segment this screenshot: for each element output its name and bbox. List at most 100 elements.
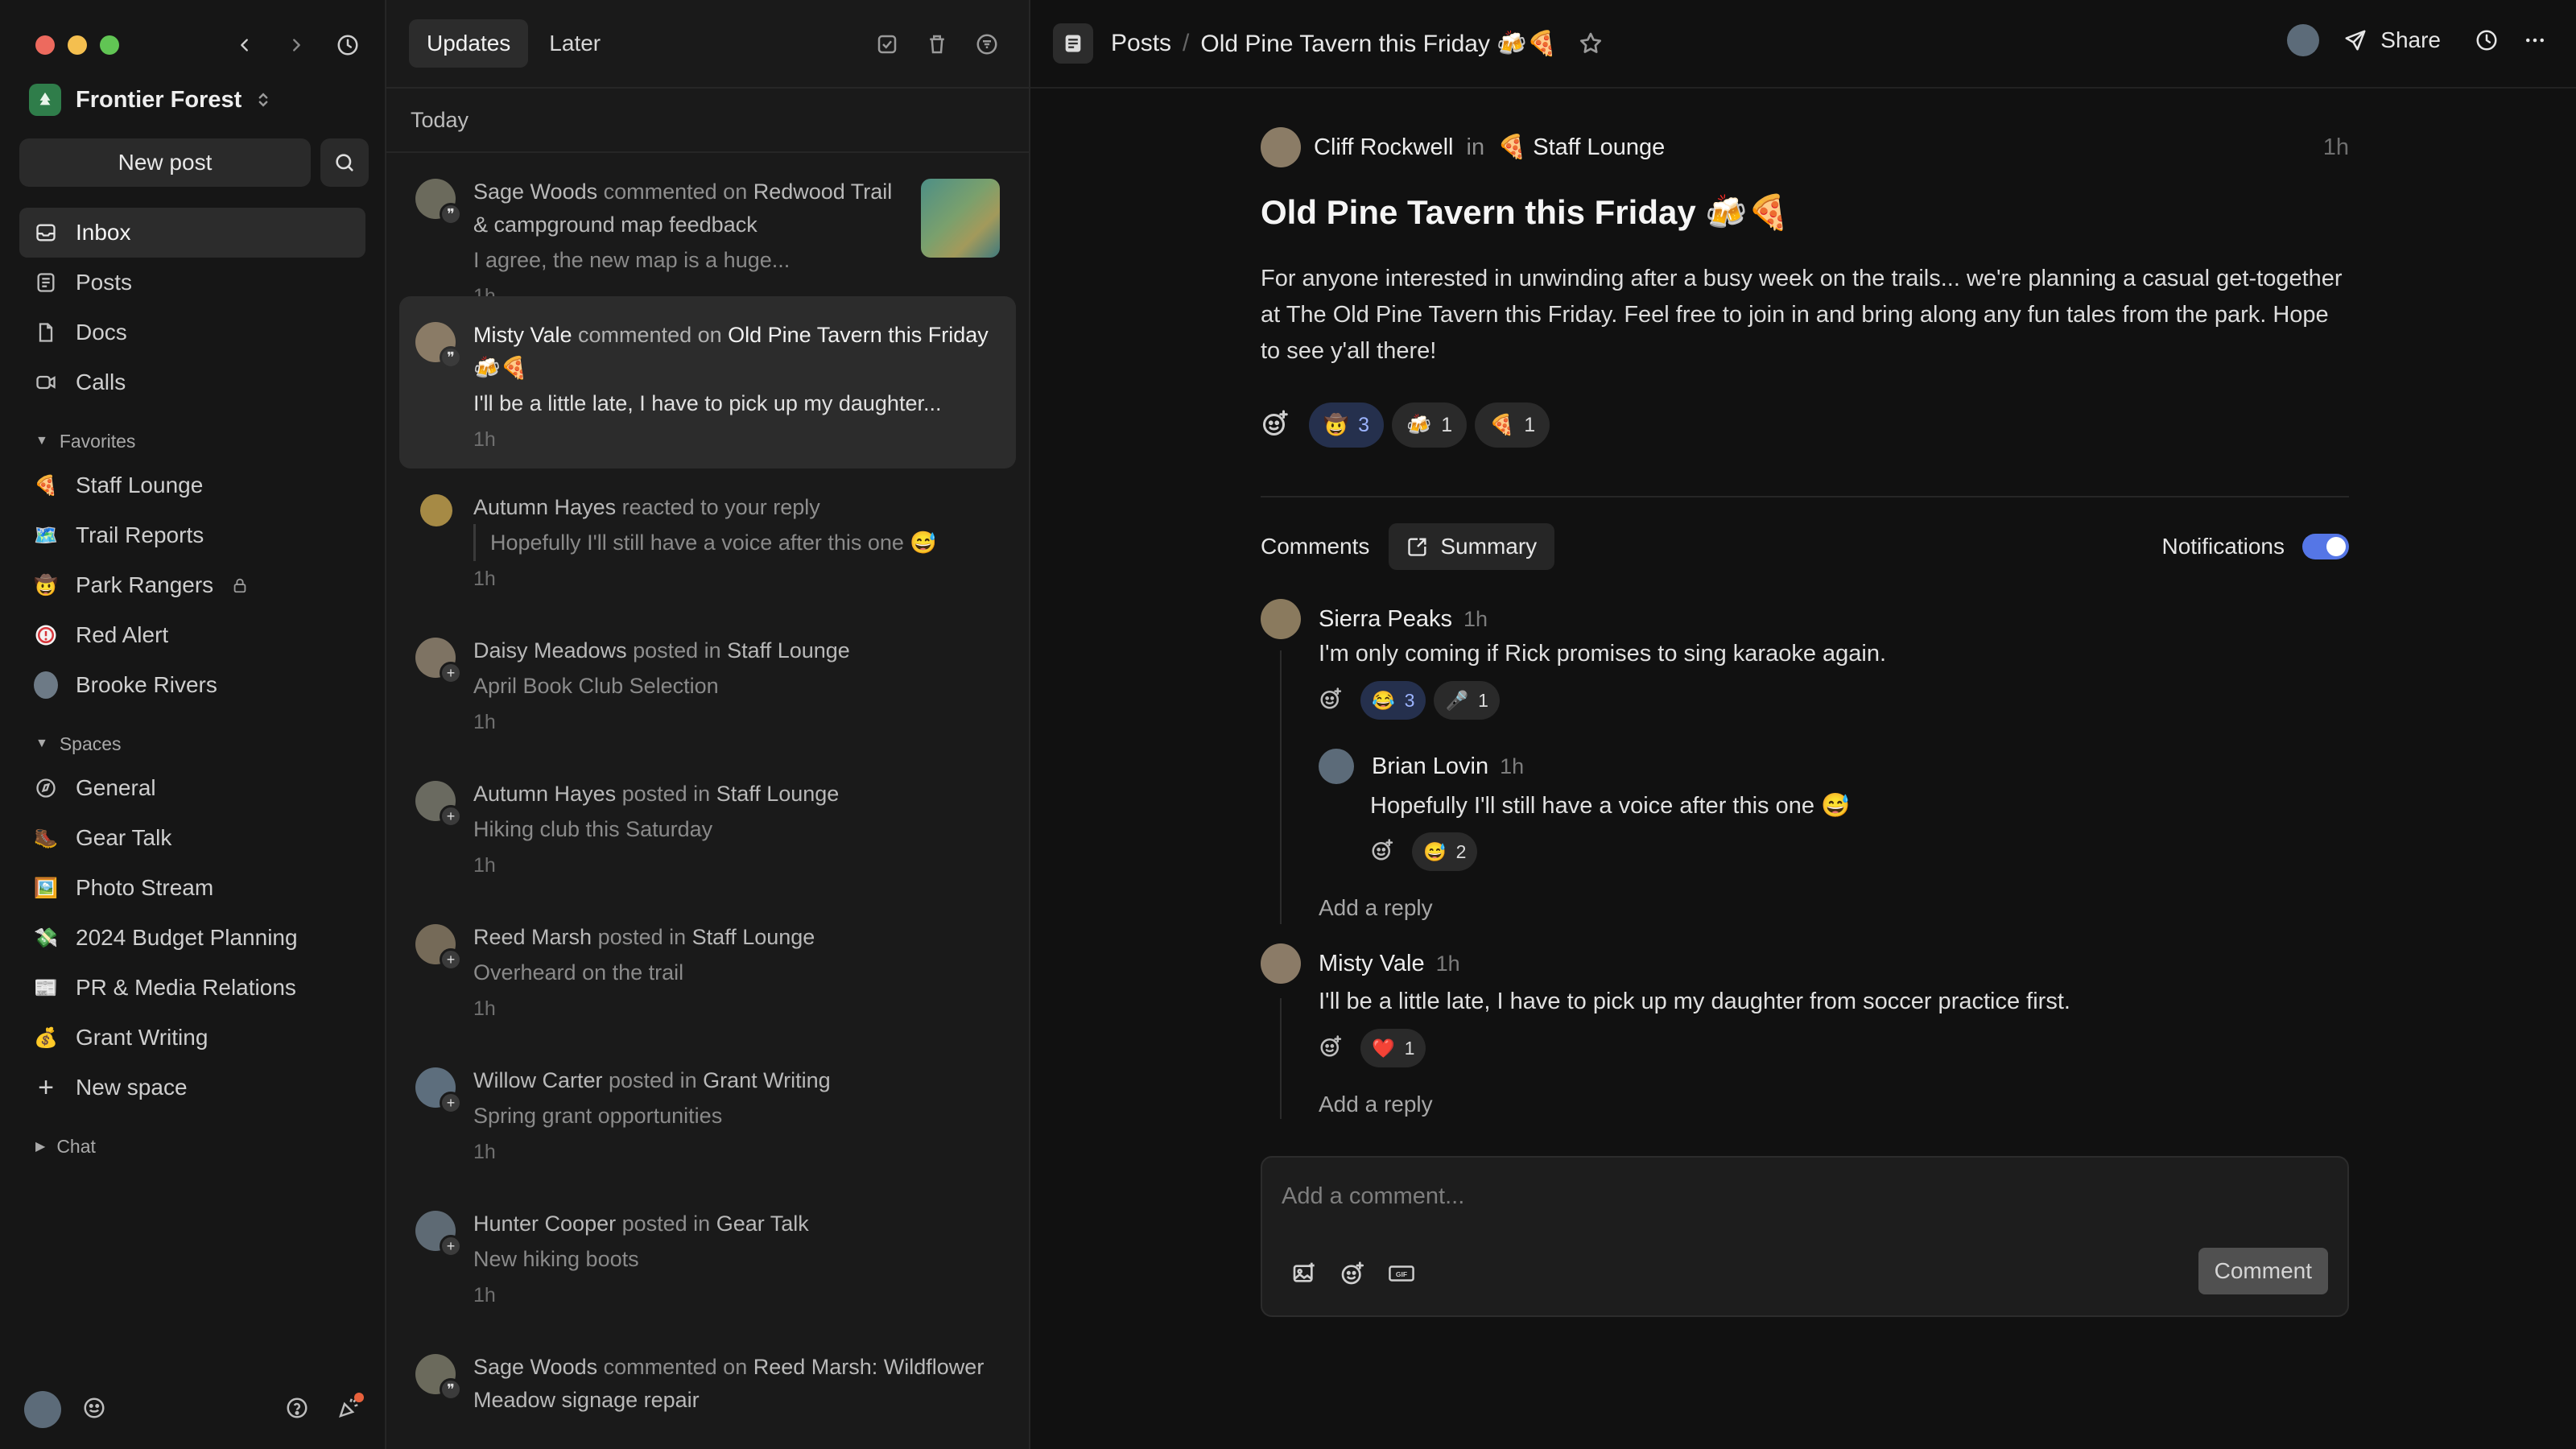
sidebar-item-label: Trail Reports xyxy=(76,522,204,547)
feed-target: Staff Lounge xyxy=(727,638,850,663)
list-item[interactable]: + Willow Carter posted in Grant Writing … xyxy=(399,1042,1016,1185)
help-icon[interactable] xyxy=(285,1396,309,1424)
add-reply-button[interactable]: Add a reply xyxy=(1319,1092,1433,1117)
more-options-icon[interactable] xyxy=(2523,28,2547,52)
plus-badge-icon: + xyxy=(440,948,462,971)
notifications-toggle[interactable] xyxy=(2302,534,2349,559)
chat-section-toggle[interactable]: ▶ Chat xyxy=(19,1127,365,1166)
add-reaction-icon[interactable] xyxy=(1370,838,1394,866)
new-post-button[interactable]: New post xyxy=(19,138,311,187)
list-item[interactable]: Autumn Hayes reacted to your reply Hopef… xyxy=(399,469,1016,612)
comment-input[interactable] xyxy=(1282,1177,2312,1216)
sidebar-item-gear-talk[interactable]: 🥾 Gear Talk xyxy=(19,813,365,863)
summary-button[interactable]: Summary xyxy=(1389,523,1555,570)
add-reply-button[interactable]: Add a reply xyxy=(1319,895,1433,921)
breadcrumb-posts-link[interactable]: Posts xyxy=(1111,30,1171,57)
list-item[interactable]: ❞ Sage Woods commented on Redwood Trail … xyxy=(399,153,1016,308)
status-emoji-icon[interactable] xyxy=(82,1396,106,1424)
forward-icon[interactable] xyxy=(279,27,314,63)
sidebar-item-general[interactable]: General xyxy=(19,763,365,813)
share-button[interactable]: Share xyxy=(2343,27,2441,53)
comment-submit-button[interactable]: Comment xyxy=(2198,1248,2328,1294)
mark-read-icon[interactable] xyxy=(869,27,905,62)
spaces-section-toggle[interactable]: ▼ Spaces xyxy=(19,724,365,763)
favorites-section-toggle[interactable]: ▼ Favorites xyxy=(19,422,365,460)
sidebar-item-posts[interactable]: Posts xyxy=(19,258,365,308)
emoji-picker-icon[interactable] xyxy=(1340,1261,1365,1286)
search-button[interactable] xyxy=(320,138,369,187)
post-space-link[interactable]: 🍕 Staff Lounge xyxy=(1497,134,1665,161)
feed-time: 1h xyxy=(473,711,496,733)
sidebar-item-calls[interactable]: Calls xyxy=(19,357,365,407)
feed-time: 1h xyxy=(473,428,496,451)
sidebar-item-pr-media[interactable]: 📰 PR & Media Relations xyxy=(19,963,365,1013)
history-clock-icon[interactable] xyxy=(330,27,365,63)
comment-author[interactable]: Misty Vale xyxy=(1319,951,1425,977)
inbox-panel: Updates Later Today ❞ Sage Woods comment… xyxy=(386,0,1030,1449)
list-item[interactable]: ❞ Misty Vale commented on Old Pine Taver… xyxy=(399,296,1016,469)
comment-author[interactable]: Sierra Peaks xyxy=(1319,606,1452,633)
caret-right-icon: ▶ xyxy=(35,1140,46,1154)
reaction-chip[interactable]: 😂 3 xyxy=(1360,681,1426,720)
divider xyxy=(1261,496,2349,497)
alert-icon xyxy=(34,623,58,647)
post-author[interactable]: Cliff Rockwell xyxy=(1314,134,1454,161)
org-switcher[interactable]: Frontier Forest xyxy=(29,84,270,116)
sidebar-item-trail-reports[interactable]: 🗺️ Trail Reports xyxy=(19,510,365,560)
today-section-header: Today xyxy=(386,89,1029,153)
plus-icon: + xyxy=(38,1071,54,1103)
reaction-chip[interactable]: 🍕 1 xyxy=(1475,402,1550,448)
sidebar-item-grant-writing[interactable]: 💰 Grant Writing xyxy=(19,1013,365,1063)
reaction-chip[interactable]: 😅 2 xyxy=(1412,832,1478,871)
clear-all-icon[interactable] xyxy=(919,27,955,62)
minimize-window-button[interactable] xyxy=(68,35,87,55)
star-icon[interactable] xyxy=(1578,31,1604,56)
image-upload-icon[interactable] xyxy=(1291,1261,1317,1286)
reaction-chip[interactable]: 🤠 3 xyxy=(1309,402,1385,448)
avatar[interactable] xyxy=(1261,599,1301,639)
close-window-button[interactable] xyxy=(35,35,55,55)
gif-icon[interactable]: GIF xyxy=(1388,1261,1415,1286)
reaction-chip[interactable]: ❤️ 1 xyxy=(1360,1029,1426,1067)
add-reaction-icon[interactable] xyxy=(1319,687,1343,715)
plus-badge-icon: + xyxy=(440,662,462,684)
sidebar-item-brooke-rivers[interactable]: Brooke Rivers xyxy=(19,660,365,710)
avatar[interactable] xyxy=(1319,749,1354,784)
filter-icon[interactable] xyxy=(969,27,1005,62)
list-item[interactable]: + Reed Marsh posted in Staff Lounge Over… xyxy=(399,898,1016,1042)
heart-emoji-icon: ❤️ xyxy=(1372,1037,1395,1059)
comment-author[interactable]: Brian Lovin xyxy=(1372,753,1488,780)
avatar[interactable] xyxy=(2287,24,2320,56)
tab-updates[interactable]: Updates xyxy=(409,19,529,68)
sidebar-item-red-alert[interactable]: Red Alert xyxy=(19,610,365,660)
add-reaction-icon[interactable] xyxy=(1261,409,1290,442)
back-icon[interactable] xyxy=(227,27,262,63)
add-reaction-icon[interactable] xyxy=(1319,1034,1343,1063)
list-item[interactable]: + Daisy Meadows posted in Staff Lounge A… xyxy=(399,612,1016,755)
pizza-icon: 🍕 xyxy=(34,474,58,497)
list-item[interactable]: + Hunter Cooper posted in Gear Talk New … xyxy=(399,1185,1016,1328)
sidebar-item-staff-lounge[interactable]: 🍕 Staff Lounge xyxy=(19,460,365,510)
new-space-button[interactable]: + New space xyxy=(19,1063,365,1113)
whats-new-icon[interactable] xyxy=(336,1392,364,1424)
avatar[interactable] xyxy=(1261,127,1301,167)
avatar[interactable] xyxy=(1261,943,1301,984)
sidebar-item-photo-stream[interactable]: 🖼️ Photo Stream xyxy=(19,863,365,913)
zoom-window-button[interactable] xyxy=(100,35,119,55)
tab-later[interactable]: Later xyxy=(531,19,618,68)
thread-line xyxy=(1280,998,1282,1119)
compass-icon xyxy=(34,776,58,800)
reaction-chip[interactable]: 🎤 1 xyxy=(1434,681,1500,720)
sidebar-item-label: Docs xyxy=(76,320,127,345)
list-item[interactable]: ❞ Sage Woods commented on Reed Marsh: Wi… xyxy=(399,1328,1016,1449)
sidebar-item-inbox[interactable]: Inbox xyxy=(19,208,365,258)
feed-preview: Overheard on the trail xyxy=(473,960,684,985)
sidebar-item-park-rangers[interactable]: 🤠 Park Rangers xyxy=(19,560,365,610)
reminder-icon[interactable] xyxy=(2475,28,2499,52)
list-item[interactable]: + Autumn Hayes posted in Staff Lounge Hi… xyxy=(399,755,1016,898)
sidebar-item-budget-planning[interactable]: 💸 2024 Budget Planning xyxy=(19,913,365,963)
sidebar-item-docs[interactable]: Docs xyxy=(19,308,365,357)
feed-actor: Misty Vale xyxy=(473,323,572,347)
reaction-chip[interactable]: 🍻 1 xyxy=(1392,402,1468,448)
avatar[interactable] xyxy=(24,1391,61,1428)
